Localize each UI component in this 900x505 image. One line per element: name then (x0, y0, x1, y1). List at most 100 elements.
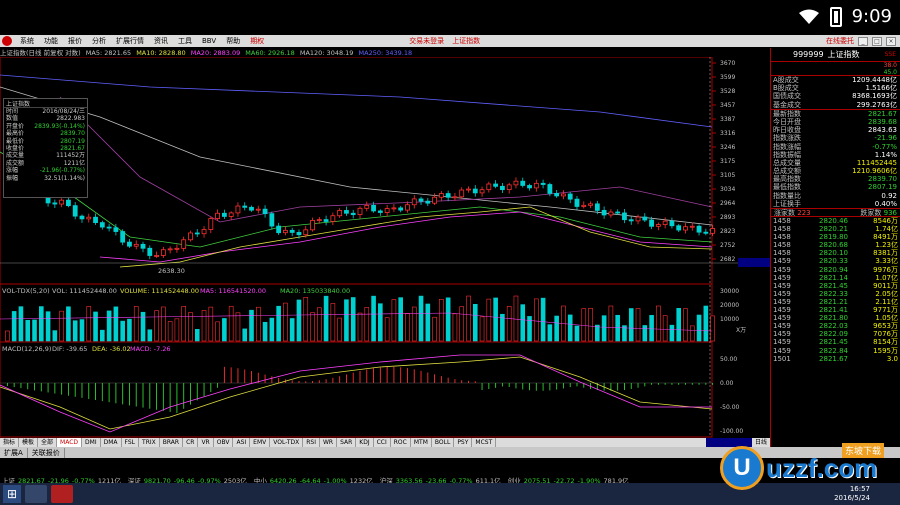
up-count: 223 (797, 209, 811, 217)
candle-body (649, 219, 654, 227)
indicator-tab[interactable]: MCST (472, 438, 497, 447)
tick-list[interactable]: 1458 2820.46 8546万 1458 2820.21 1.74亿 1458 2819… (771, 217, 900, 363)
indicator-tab[interactable]: VR (198, 438, 214, 447)
candle-body (160, 249, 166, 256)
taskbar-app-icon[interactable] (25, 485, 47, 503)
menu-quote[interactable]: 报价 (63, 36, 87, 46)
tick-row: 1459 2821.45 9011万 (771, 282, 900, 290)
candle-body (269, 213, 275, 227)
candle-body (635, 216, 641, 222)
indicator-tab[interactable]: KDJ (356, 438, 374, 447)
volume-bar (696, 314, 702, 342)
indicator-tab[interactable]: BOLL (432, 438, 455, 447)
online-order-button[interactable]: 在线委托 (826, 36, 854, 46)
macd-dea-line (0, 356, 713, 430)
macd-axis-label: -50.00 (720, 404, 740, 411)
indicator-tab[interactable]: CCI (374, 438, 391, 447)
candle-body (628, 219, 634, 222)
menu-info[interactable]: 资讯 (149, 36, 173, 46)
volume-bar (635, 308, 641, 342)
volume-bar (93, 311, 98, 342)
volume-bar (683, 308, 688, 342)
indicator-tab[interactable]: CR (183, 438, 199, 447)
candle-body (350, 212, 356, 216)
menu-function[interactable]: 功能 (39, 36, 63, 46)
menu-analysis[interactable]: 分析 (87, 36, 111, 46)
maximize-button[interactable]: □ (872, 36, 882, 46)
quote-row: 国债成交 8368.1693亿 (771, 92, 900, 100)
tooltip-value: 2822.983 (56, 115, 85, 123)
indicator-tab[interactable]: TRIX (139, 438, 160, 447)
menu-bbv[interactable]: BBV (197, 37, 221, 45)
indicator-tab[interactable]: MTM (411, 438, 432, 447)
indicator-tab[interactable]: PSY (454, 438, 473, 447)
kline-chart[interactable]: 3670 3599 3528 3457 3387 3316 3246 3175 3105 3034… (0, 57, 770, 457)
indicator-tab[interactable]: FSL (122, 438, 140, 447)
tick-volume: 3.33亿 (875, 257, 898, 266)
minimize-button[interactable]: _ (858, 36, 868, 46)
quote-label: A股成交 (773, 76, 799, 84)
indicator-tab[interactable]: WR (320, 438, 338, 447)
tooltip-value: 2839.70 (60, 130, 85, 138)
tick-row: 1459 2820.94 9976万 (771, 266, 900, 274)
volume-bar (689, 325, 695, 342)
volume-bar (534, 298, 539, 342)
indicator-tab[interactable]: 指标 (0, 438, 20, 447)
indicator-tab[interactable]: DMI (82, 438, 101, 447)
volume-bar (45, 311, 51, 342)
close-button[interactable]: × (886, 36, 896, 46)
indicator-tab[interactable]: 全部 (38, 438, 58, 447)
indicator-tab[interactable]: ROC (391, 438, 411, 447)
volume-header-ma5: MA5: 116541520.00 (200, 287, 266, 295)
indicator-tab[interactable]: SAR (337, 438, 357, 447)
quote-row: 指数振幅 1.14% (771, 151, 900, 159)
indicator-tab[interactable]: DMA (101, 438, 122, 447)
tick-volume: 1.74亿 (875, 225, 898, 234)
menu-system[interactable]: 系统 (15, 36, 39, 46)
windows-start-icon[interactable]: ⊞ (3, 485, 21, 503)
quote-value: 299.2763亿 (856, 100, 897, 109)
indicator-tab[interactable]: VOL-TDX (270, 438, 304, 447)
tick-time: 1459 (773, 314, 791, 323)
volume-bar (72, 320, 78, 342)
tick-price: 2820.21 (819, 225, 848, 234)
tick-price: 2822.84 (819, 346, 848, 355)
quote-label: 国债成交 (773, 92, 801, 101)
price-axis-label: 3387 (720, 116, 735, 123)
indicator-tab[interactable]: BRAR (160, 438, 184, 447)
quote-label: 指数量比 (773, 191, 801, 200)
candle-body (445, 193, 451, 198)
subtab-extend-a[interactable]: 扩展A (0, 447, 28, 458)
menu-extended[interactable]: 扩展行情 (111, 36, 149, 46)
volume-bar (249, 309, 254, 342)
volume-bar (32, 319, 37, 342)
quote-row: 今日开盘 2839.68 (771, 118, 900, 126)
tick-row: 1459 2822.84 1595万 (771, 347, 900, 355)
volume-bar (520, 304, 526, 342)
menu-help[interactable]: 帮助 (221, 36, 245, 46)
menu-tools[interactable]: 工具 (173, 36, 197, 46)
tooltip-value: 2839.93(-0.14%) (34, 122, 85, 130)
indicator-tab[interactable]: 模板 (19, 438, 39, 447)
indicator-tab[interactable]: EMV (250, 438, 271, 447)
candle-body (601, 209, 607, 216)
menu-options[interactable]: 期权 (245, 36, 269, 46)
ma250-value: MA250: 3439.18 (358, 49, 413, 57)
indicator-tab[interactable]: ASI (233, 438, 251, 447)
subtab-related-quote[interactable]: 关联报价 (28, 447, 65, 458)
indicator-tab[interactable]: MACD (57, 438, 83, 447)
quote-value: 1.14% (874, 150, 897, 159)
taskbar-trading-app-icon[interactable] (51, 485, 73, 503)
indicator-tab[interactable]: OBV (214, 438, 234, 447)
quote-row: 指数涨跌 -21.96 (771, 134, 900, 142)
volume-bar (147, 329, 153, 342)
android-status-bar: 9:09 (0, 0, 900, 35)
volume-bar (194, 329, 200, 342)
indicator-tab[interactable]: RSI (303, 438, 320, 447)
trade-login-status[interactable]: 交易未登录 (409, 36, 444, 46)
candle-body (696, 225, 702, 233)
volume-bar (439, 298, 444, 342)
candle-body (486, 183, 492, 191)
tooltip-label: 涨幅 (6, 167, 19, 175)
price-axis-label: 3599 (720, 74, 735, 81)
